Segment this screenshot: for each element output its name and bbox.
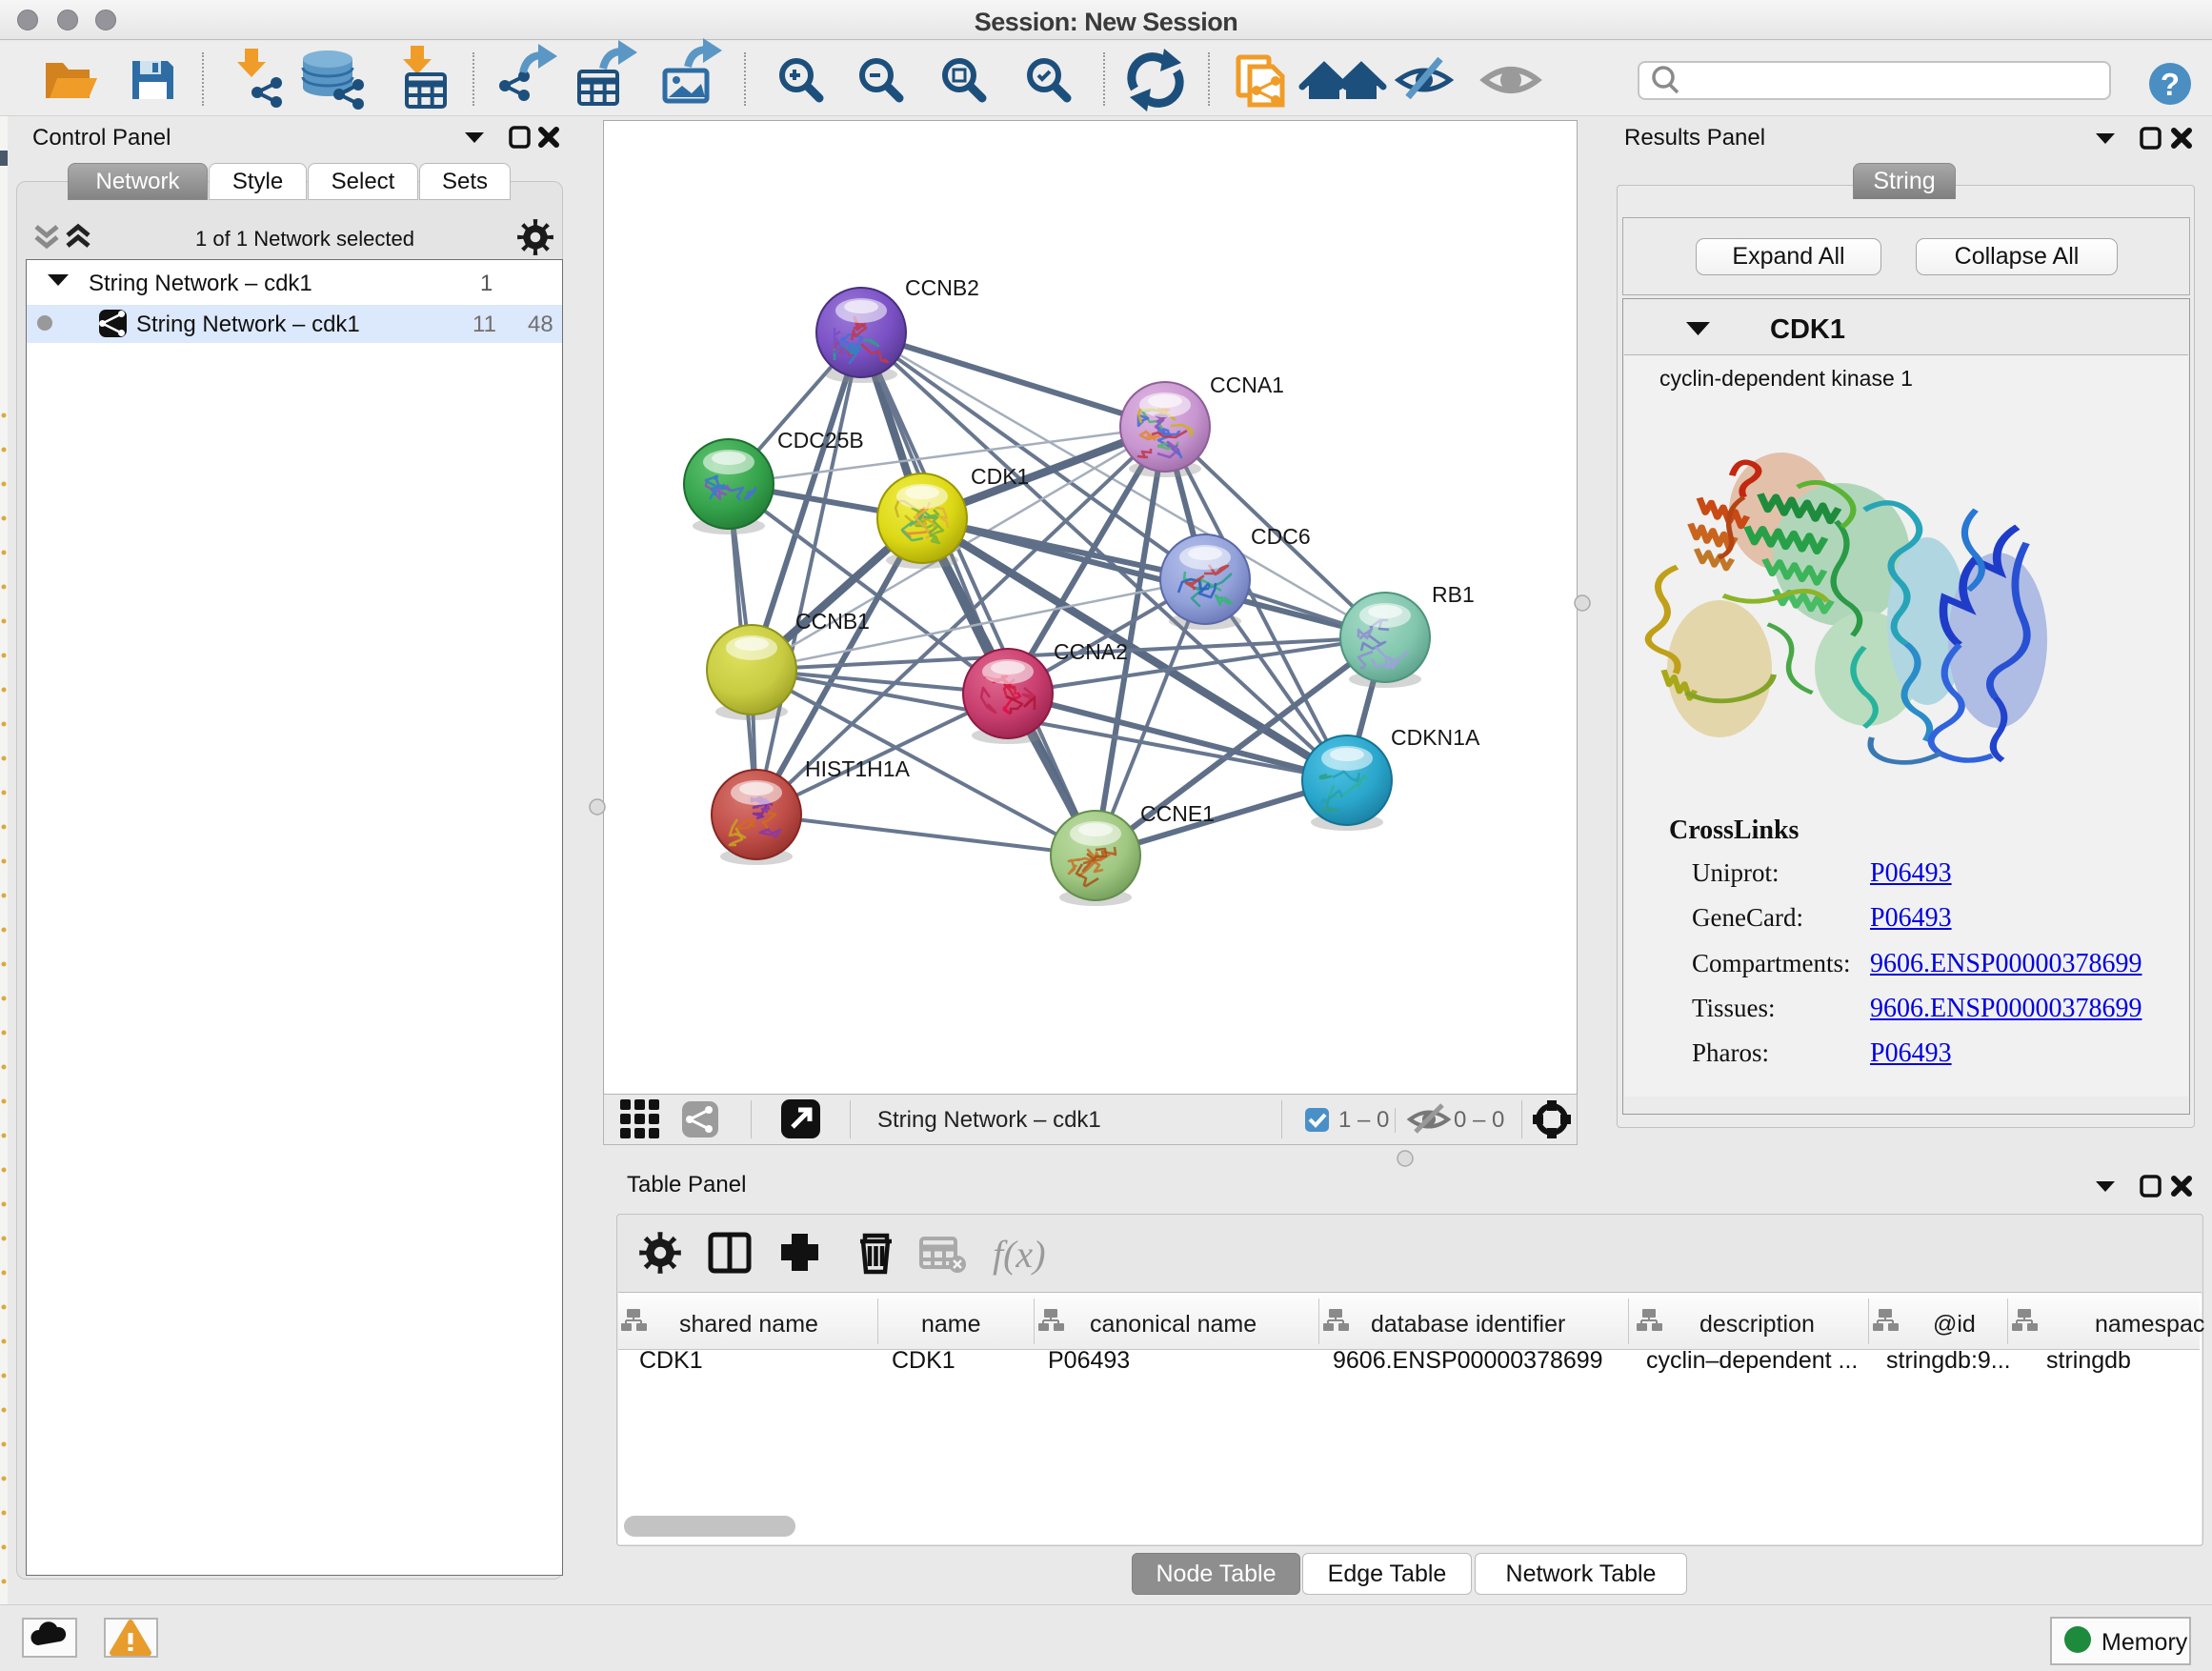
svg-text:CCNB1: CCNB1 [795, 609, 870, 634]
svg-text:CCNA2: CCNA2 [1054, 639, 1128, 664]
svg-text:CDC25B: CDC25B [777, 428, 864, 453]
svg-text:HIST1H1A: HIST1H1A [805, 756, 911, 781]
svg-text:CDK1: CDK1 [971, 464, 1029, 489]
svg-text:RB1: RB1 [1432, 582, 1475, 607]
svg-text:CDKN1A: CDKN1A [1391, 725, 1480, 750]
svg-text:CCNB2: CCNB2 [905, 275, 979, 300]
svg-text:CCNE1: CCNE1 [1140, 801, 1215, 826]
svg-text:CCNA1: CCNA1 [1210, 372, 1284, 397]
svg-text:CDC6: CDC6 [1251, 524, 1311, 549]
